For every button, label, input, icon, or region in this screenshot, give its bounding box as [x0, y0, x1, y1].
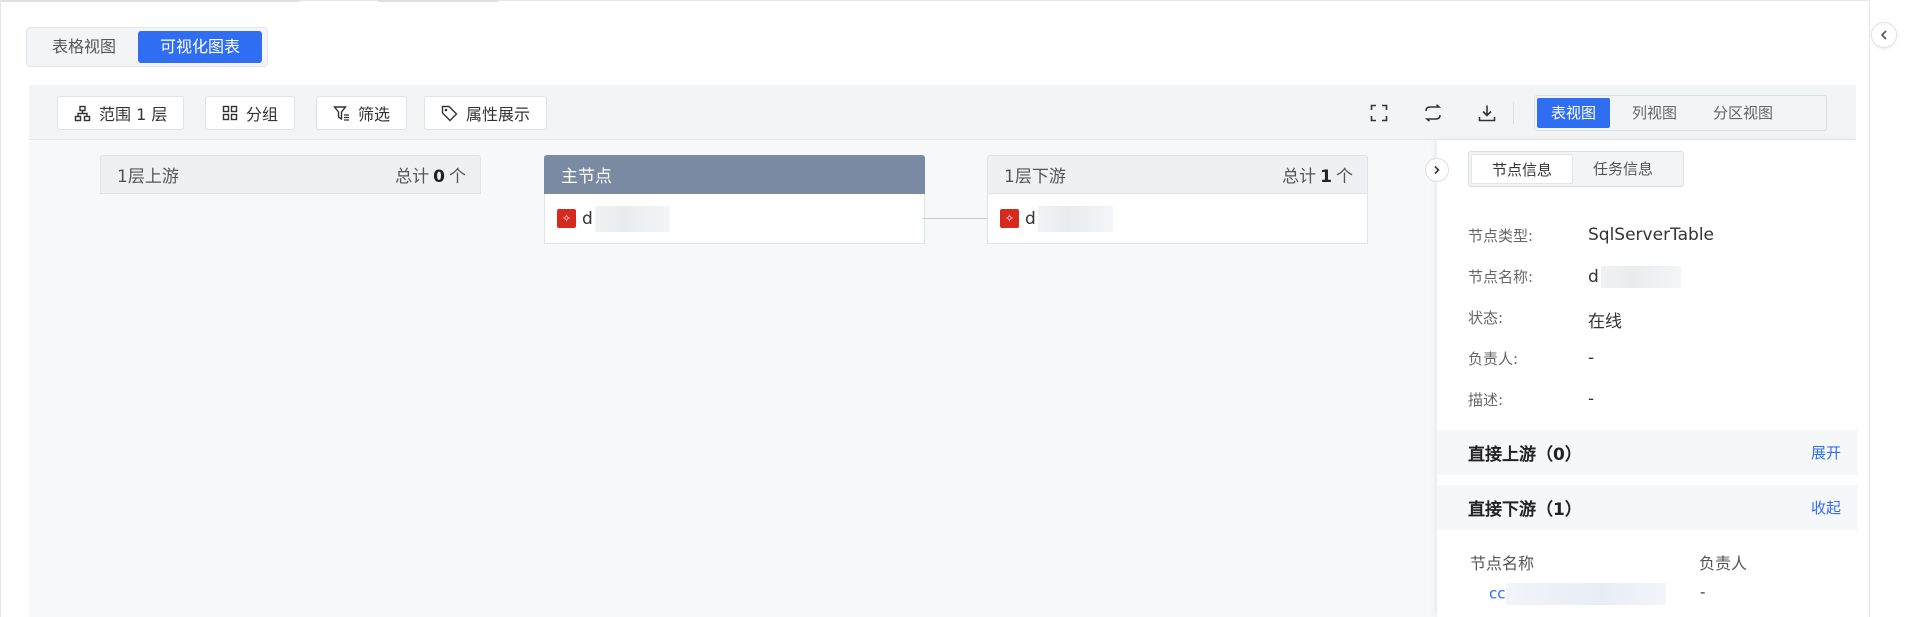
group-button[interactable]: 分组: [205, 96, 296, 130]
collapse-link[interactable]: 收起: [1811, 497, 1841, 518]
tab-node-info[interactable]: 节点信息: [1471, 154, 1574, 184]
refresh-icon: [1424, 104, 1442, 122]
column-header-owner: 负责人: [1699, 554, 1748, 573]
field-label: 描述:: [1468, 391, 1504, 409]
grid-icon: [222, 105, 238, 121]
field-node-type: 节点类型: SqlServerTable: [1468, 225, 1714, 246]
redacted-text: [1505, 583, 1666, 605]
downstream-total: 总计 1 个: [1282, 167, 1353, 187]
attribute-display-button[interactable]: 属性展示: [424, 96, 548, 130]
collapse-sidebar-button[interactable]: [1871, 22, 1897, 48]
tab-table-layout[interactable]: 表视图: [1537, 98, 1611, 128]
downstream-column: 1层下游 总计 1 个 ✧ d: [987, 155, 1368, 244]
group-label: 分组: [246, 105, 279, 124]
downstream-node-link[interactable]: cc: [1489, 583, 1666, 605]
field-description: 描述: -: [1468, 389, 1594, 410]
detail-tabs: 节点信息 任务信息: [1468, 151, 1684, 187]
layout-switch: 表视图 列视图 分区视图: [1534, 95, 1827, 131]
direct-upstream-section: 直接上游（0） 展开: [1437, 430, 1857, 475]
downstream-owner: -: [1700, 583, 1706, 601]
redacted-text: [1037, 205, 1113, 232]
field-value: -: [1588, 348, 1595, 368]
lineage-edge: [922, 218, 987, 219]
downstream-header: 1层下游 总计 1 个: [987, 155, 1368, 194]
toolbar-divider: [1513, 102, 1514, 124]
main-node-header: 主节点: [544, 155, 925, 194]
main-node[interactable]: ✧ d: [544, 194, 925, 244]
upstream-column: 1层上游 总计 0 个: [100, 155, 481, 194]
range-label: 范围 1 层: [99, 105, 168, 124]
field-value: 在线: [1588, 312, 1622, 332]
downstream-node[interactable]: ✧ d: [987, 194, 1368, 244]
tab-column-layout[interactable]: 列视图: [1618, 98, 1691, 128]
filter-button[interactable]: 筛选: [316, 96, 408, 130]
range-button[interactable]: 范围 1 层: [57, 96, 185, 130]
field-node-name: 节点名称: d: [1468, 266, 1681, 288]
tab-partition-layout[interactable]: 分区视图: [1699, 98, 1787, 128]
refresh-button[interactable]: [1419, 99, 1447, 127]
direct-downstream-section: 直接下游（1） 收起: [1437, 485, 1857, 530]
upstream-title: 1层上游: [117, 167, 179, 187]
tab-table-view[interactable]: 表格视图: [30, 31, 138, 63]
field-value: SqlServerTable: [1588, 225, 1715, 245]
downstream-node-name: d: [1025, 208, 1036, 229]
main-node-title: 主节点: [561, 167, 612, 187]
expand-link[interactable]: 展开: [1811, 442, 1841, 463]
main-node-column: 主节点 ✧ d: [544, 155, 925, 244]
direct-upstream-title: 直接上游（0）: [1468, 445, 1582, 465]
view-switch: 表格视图 可视化图表: [26, 27, 268, 67]
chevron-right-icon: [1434, 165, 1440, 175]
filter-icon: [333, 105, 349, 121]
field-label: 节点名称:: [1468, 268, 1534, 286]
column-header-node-name: 节点名称: [1470, 554, 1535, 573]
direct-downstream-title: 直接下游（1）: [1468, 500, 1582, 520]
fullscreen-button[interactable]: [1365, 99, 1393, 127]
node-detail-panel: 节点信息 任务信息 节点类型: SqlServerTable 节点名称: d 状…: [1437, 140, 1857, 617]
field-owner: 负责人: -: [1468, 348, 1594, 369]
field-label: 状态:: [1468, 309, 1504, 327]
sqlserver-icon: ✧: [1000, 209, 1019, 228]
field-value: -: [1588, 389, 1595, 409]
main-node-name: d: [582, 208, 593, 229]
graph-toolbar: 范围 1 层 分组 筛选 属性展示 表视图 列视图 分区视图: [29, 85, 1856, 140]
redacted-text: [594, 205, 670, 232]
tag-icon: [441, 105, 458, 121]
field-status: 状态: 在线: [1468, 307, 1622, 332]
hierarchy-icon: [74, 105, 91, 121]
upstream-header: 1层上游 总计 0 个: [100, 155, 481, 194]
download-button[interactable]: [1473, 99, 1501, 127]
chevron-left-icon: [1880, 30, 1887, 40]
attribute-label: 属性展示: [466, 105, 531, 124]
filter-label: 筛选: [358, 105, 391, 124]
redacted-text: [1600, 266, 1681, 288]
download-icon: [1478, 105, 1496, 122]
upstream-total: 总计 0 个: [395, 167, 466, 187]
sqlserver-icon: ✧: [557, 209, 576, 228]
downstream-title: 1层下游: [1004, 167, 1066, 187]
fullscreen-icon: [1370, 104, 1388, 122]
field-label: 负责人:: [1468, 350, 1519, 368]
field-value: d: [1588, 266, 1681, 288]
detail-panel-toggle[interactable]: [1425, 158, 1449, 182]
field-label: 节点类型:: [1468, 227, 1534, 245]
tab-task-info[interactable]: 任务信息: [1573, 154, 1673, 184]
tab-visual-chart[interactable]: 可视化图表: [138, 31, 263, 63]
